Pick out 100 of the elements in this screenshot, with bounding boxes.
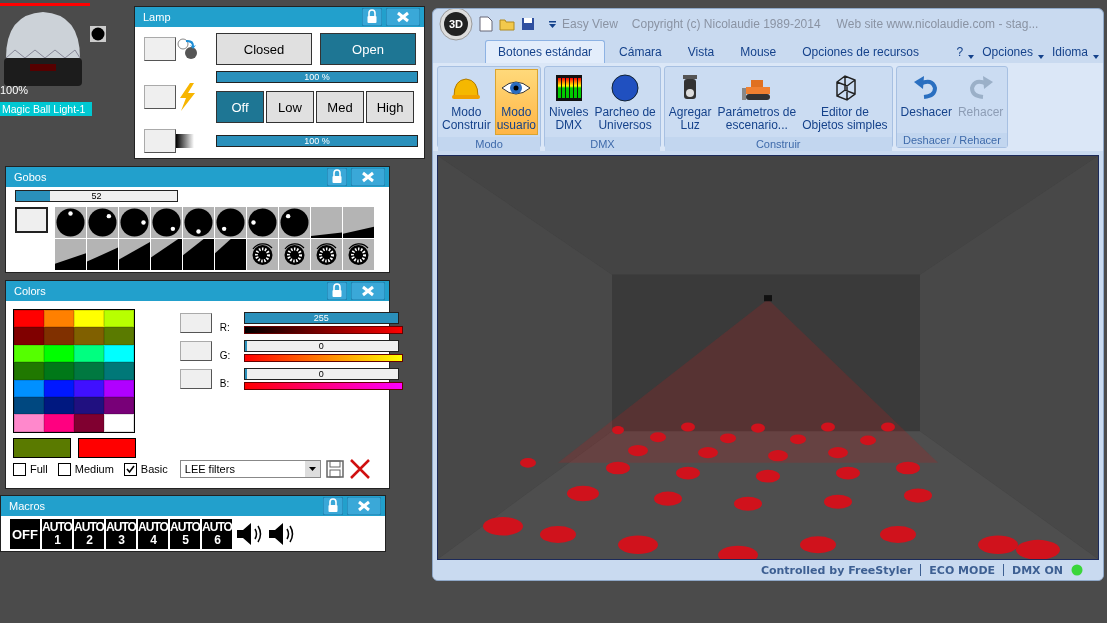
- gobo-icon[interactable]: [215, 239, 246, 270]
- color-swatch[interactable]: [44, 362, 74, 380]
- gobo-icon[interactable]: [151, 207, 182, 238]
- menu-item[interactable]: Opciones: [980, 41, 1035, 63]
- macro-button[interactable]: AUTO 3: [106, 519, 136, 549]
- gobo-icon[interactable]: [343, 239, 374, 270]
- status-text: DMX ON: [1012, 563, 1063, 577]
- strobe-button[interactable]: Off: [216, 91, 264, 123]
- ribbon-button[interactable]: Modo usuario: [494, 69, 539, 135]
- color-swatch[interactable]: [74, 327, 104, 345]
- gobo-icon[interactable]: [343, 207, 374, 238]
- mode-checkbox[interactable]: Full: [13, 462, 48, 476]
- ribbon-button[interactable]: Modo Construir: [440, 69, 493, 135]
- caret-icon[interactable]: [549, 20, 556, 28]
- gobo-icon[interactable]: [279, 207, 310, 238]
- lock-icon[interactable]: [323, 497, 343, 515]
- channel-button[interactable]: [179, 369, 212, 389]
- macro-button[interactable]: AUTO 2: [74, 519, 104, 549]
- gobo-icon[interactable]: [151, 239, 182, 270]
- ribbon-button[interactable]: Parcheo de Universos: [592, 69, 658, 135]
- color-swatch[interactable]: [14, 414, 44, 432]
- close-icon[interactable]: [351, 168, 385, 186]
- gobo-reset-button[interactable]: [15, 207, 48, 233]
- gobo-icon[interactable]: [183, 239, 214, 270]
- gobo-icon[interactable]: [55, 239, 86, 270]
- level-reading: 100 %: [304, 136, 330, 146]
- gobo-icon[interactable]: [215, 207, 246, 238]
- color-swatch[interactable]: [44, 310, 74, 328]
- close-icon[interactable]: [351, 282, 385, 300]
- lock-icon[interactable]: [362, 8, 382, 26]
- lamp-button[interactable]: [144, 85, 176, 109]
- ribbon-button[interactable]: Deshacer: [898, 69, 954, 131]
- close-icon[interactable]: [347, 497, 381, 515]
- app-logo-icon[interactable]: 3D: [439, 9, 473, 41]
- menu-item[interactable]: Idioma: [1049, 41, 1090, 63]
- color-swatch[interactable]: [14, 362, 44, 380]
- color-swatch[interactable]: [14, 327, 44, 345]
- gobo-icon[interactable]: [55, 207, 86, 238]
- gobo-icon[interactable]: [87, 239, 118, 270]
- filter-dropdown[interactable]: LEE filters: [179, 460, 321, 478]
- ribbon-button[interactable]: Agregar Luz: [666, 69, 714, 135]
- level-bar[interactable]: 0: [243, 368, 399, 380]
- color-swatch[interactable]: [104, 310, 134, 328]
- color-swatch[interactable]: [74, 414, 104, 432]
- group-label: DMX: [545, 137, 660, 151]
- save-icon[interactable]: [325, 460, 344, 478]
- shutter-button[interactable]: Open: [320, 33, 416, 65]
- macro-button[interactable]: AUTO 6: [202, 519, 232, 549]
- new-document-icon[interactable]: [479, 16, 493, 32]
- gobo-icon[interactable]: [247, 239, 278, 270]
- close-icon[interactable]: [386, 8, 420, 26]
- color-swatch[interactable]: [74, 362, 104, 380]
- color-swatch[interactable]: [44, 414, 74, 432]
- ribbon-tab[interactable]: Botones estándar: [485, 40, 606, 63]
- macro-button[interactable]: AUTO 1: [42, 519, 72, 549]
- gobo-icon[interactable]: [119, 239, 150, 270]
- channel-button[interactable]: [179, 313, 212, 333]
- gobo-icon[interactable]: [247, 207, 278, 238]
- delete-icon[interactable]: [348, 458, 371, 480]
- level-bar[interactable]: 52: [15, 190, 178, 202]
- level-bar[interactable]: 255: [243, 312, 399, 324]
- ribbon-tab[interactable]: Cámara: [607, 41, 674, 63]
- gobo-icon[interactable]: [279, 239, 310, 270]
- strobe-button[interactable]: Low: [266, 91, 314, 123]
- color-swatch[interactable]: [104, 362, 134, 380]
- lamp-button[interactable]: [144, 37, 176, 61]
- menu-item[interactable]: ?: [954, 41, 966, 63]
- ribbon-button[interactable]: Editor de Objetos simples: [800, 69, 890, 135]
- strobe-button[interactable]: Med: [316, 91, 364, 123]
- lamp-button[interactable]: [144, 129, 176, 153]
- color-swatch[interactable]: [14, 310, 44, 328]
- ribbon-button[interactable]: Niveles DMX: [547, 69, 591, 135]
- gobo-icon[interactable]: [311, 207, 342, 238]
- level-bar[interactable]: 0: [243, 340, 399, 352]
- ribbon-tab[interactable]: Opciones de recursos: [790, 41, 931, 63]
- level-bar[interactable]: 100 %: [216, 71, 418, 83]
- lock-icon[interactable]: [327, 282, 347, 300]
- color-swatch[interactable]: [104, 414, 134, 432]
- gobo-icon[interactable]: [87, 207, 118, 238]
- ribbon-tab[interactable]: Mouse: [728, 41, 789, 63]
- gobo-icon[interactable]: [183, 207, 214, 238]
- color-swatch[interactable]: [74, 310, 104, 328]
- gobo-icon[interactable]: [311, 239, 342, 270]
- macro-button[interactable]: AUTO 5: [170, 519, 200, 549]
- strobe-button[interactable]: High: [366, 91, 414, 123]
- level-bar[interactable]: 100 %: [216, 135, 418, 147]
- macro-button[interactable]: OFF: [10, 519, 40, 549]
- macro-button[interactable]: AUTO 4: [138, 519, 168, 549]
- mode-checkbox[interactable]: Medium: [57, 462, 114, 476]
- save-icon[interactable]: [521, 17, 535, 31]
- color-swatch[interactable]: [44, 327, 74, 345]
- ribbon-button[interactable]: Parámetros de escenario...: [715, 69, 799, 135]
- shutter-button[interactable]: Closed: [216, 33, 312, 65]
- lock-icon[interactable]: [327, 168, 347, 186]
- ball-icon[interactable]: [90, 26, 106, 42]
- mode-checkbox[interactable]: Basic: [123, 462, 168, 476]
- gobo-icon[interactable]: [119, 207, 150, 238]
- channel-button[interactable]: [179, 341, 212, 361]
- color-swatch[interactable]: [104, 327, 134, 345]
- ribbon-tab[interactable]: Vista: [675, 41, 727, 63]
